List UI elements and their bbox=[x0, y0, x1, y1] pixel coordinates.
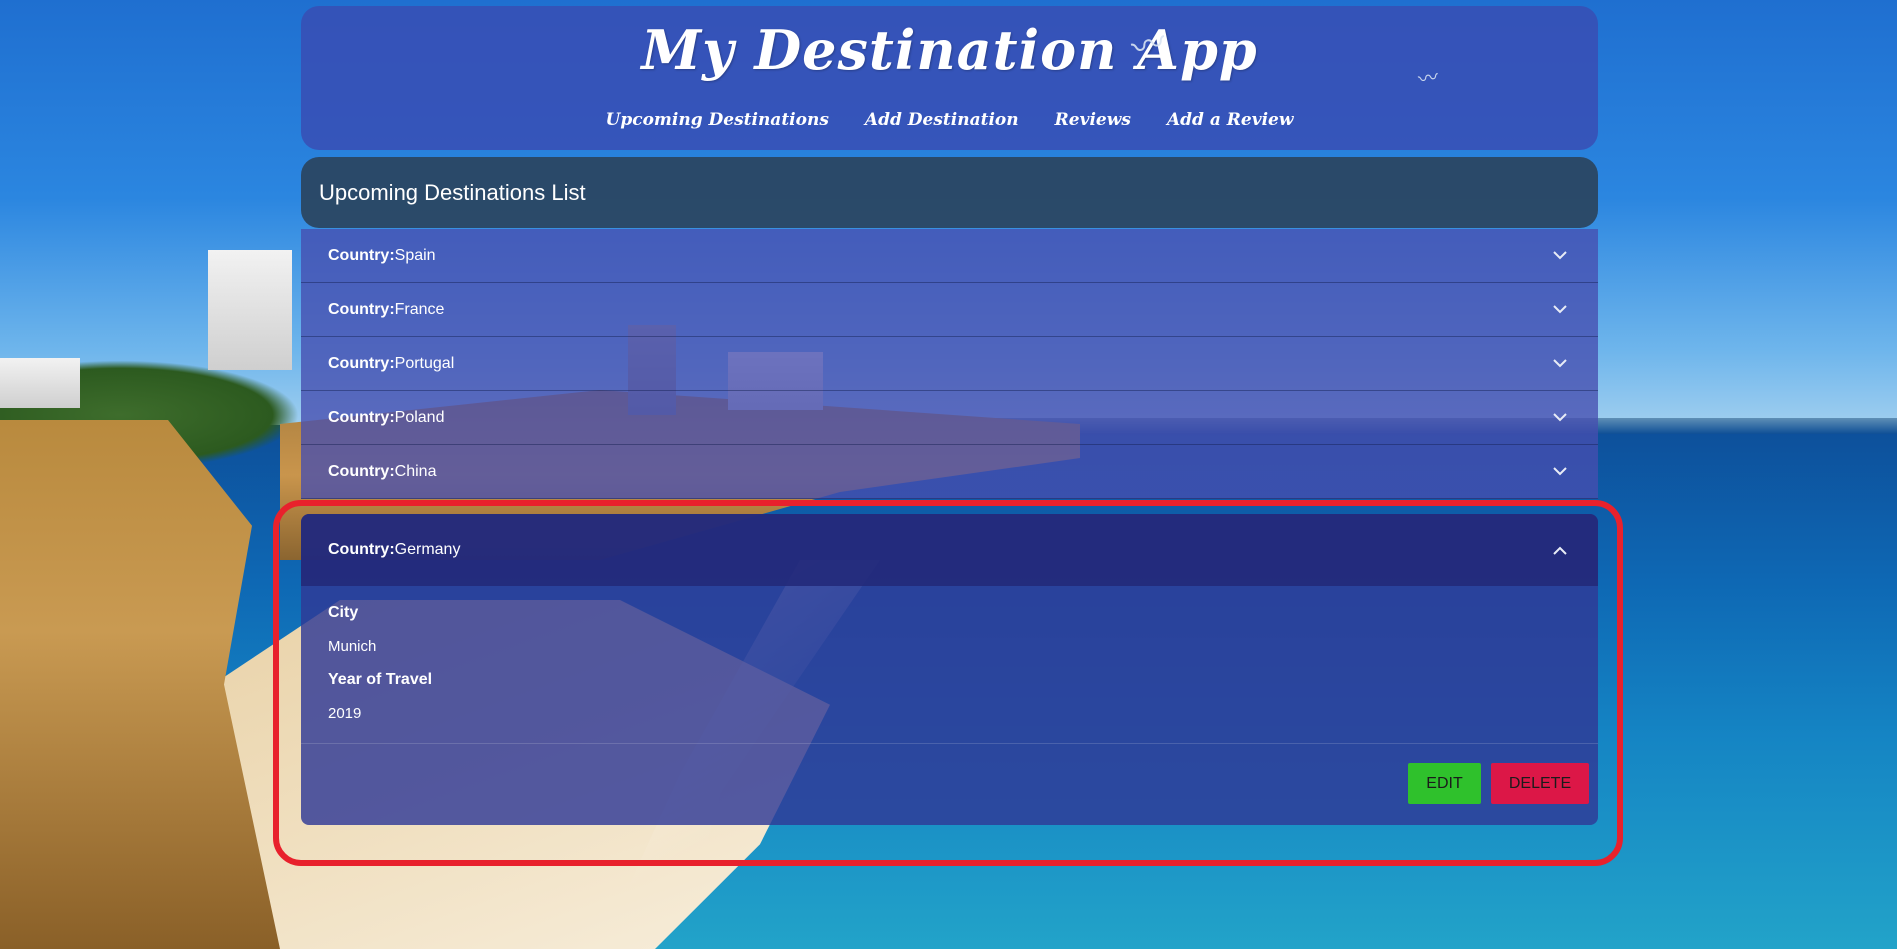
year-value: 2019 bbox=[328, 705, 362, 722]
chevron-down-icon[interactable] bbox=[1550, 300, 1570, 320]
country-label: Country: bbox=[328, 300, 395, 318]
app-header: My Destination App 〰 〰 Upcoming Destinat… bbox=[301, 6, 1598, 150]
country-value: France bbox=[394, 300, 445, 318]
destination-item-france[interactable]: Country:France bbox=[301, 283, 1598, 337]
country-value: Spain bbox=[394, 246, 436, 264]
country-label: Country: bbox=[328, 354, 395, 372]
edit-button[interactable]: EDIT bbox=[1408, 763, 1481, 804]
app-container: My Destination App 〰 〰 Upcoming Destinat… bbox=[301, 6, 1598, 825]
year-label: Year of Travel bbox=[328, 671, 433, 688]
country-label: Country: bbox=[328, 246, 395, 264]
destination-item-spain[interactable]: Country:Spain bbox=[301, 229, 1598, 283]
destination-item-germany[interactable]: Country:Germany bbox=[301, 514, 1598, 586]
country-value: Poland bbox=[394, 408, 445, 426]
country-label: Country: bbox=[328, 408, 395, 426]
destination-item-china[interactable]: Country:China bbox=[301, 445, 1598, 499]
main-nav: Upcoming Destinations Add Destination Re… bbox=[301, 110, 1598, 130]
country-label: Country: bbox=[328, 462, 395, 480]
nav-add-review[interactable]: Add a Review bbox=[1167, 110, 1294, 130]
delete-button[interactable]: DELETE bbox=[1491, 763, 1589, 804]
country-value: Germany bbox=[394, 541, 461, 558]
country-value: Portugal bbox=[394, 354, 455, 372]
city-value: Munich bbox=[328, 638, 377, 655]
chevron-up-icon[interactable] bbox=[1550, 540, 1570, 560]
destination-details: City Munich Year of Travel 2019 bbox=[301, 586, 1598, 744]
country-value: China bbox=[394, 462, 437, 480]
chevron-down-icon[interactable] bbox=[1550, 408, 1570, 428]
destination-list: Country:Spain Country:France Country:Por… bbox=[301, 229, 1598, 499]
chevron-down-icon[interactable] bbox=[1550, 462, 1570, 482]
chevron-down-icon[interactable] bbox=[1550, 246, 1570, 266]
destination-item-poland[interactable]: Country:Poland bbox=[301, 391, 1598, 445]
chevron-down-icon[interactable] bbox=[1550, 354, 1570, 374]
nav-add-destination[interactable]: Add Destination bbox=[865, 110, 1019, 130]
destination-item-portugal[interactable]: Country:Portugal bbox=[301, 337, 1598, 391]
list-title: Upcoming Destinations List bbox=[301, 157, 1598, 228]
country-label: Country: bbox=[328, 541, 395, 558]
destination-actions: EDIT DELETE bbox=[301, 744, 1598, 825]
app-title: My Destination App bbox=[641, 18, 1258, 82]
city-label: City bbox=[328, 604, 359, 621]
nav-upcoming-destinations[interactable]: Upcoming Destinations bbox=[606, 110, 829, 130]
nav-reviews[interactable]: Reviews bbox=[1055, 110, 1131, 130]
destination-item-germany-expanded: Country:Germany City Munich Year of Trav… bbox=[301, 514, 1598, 825]
